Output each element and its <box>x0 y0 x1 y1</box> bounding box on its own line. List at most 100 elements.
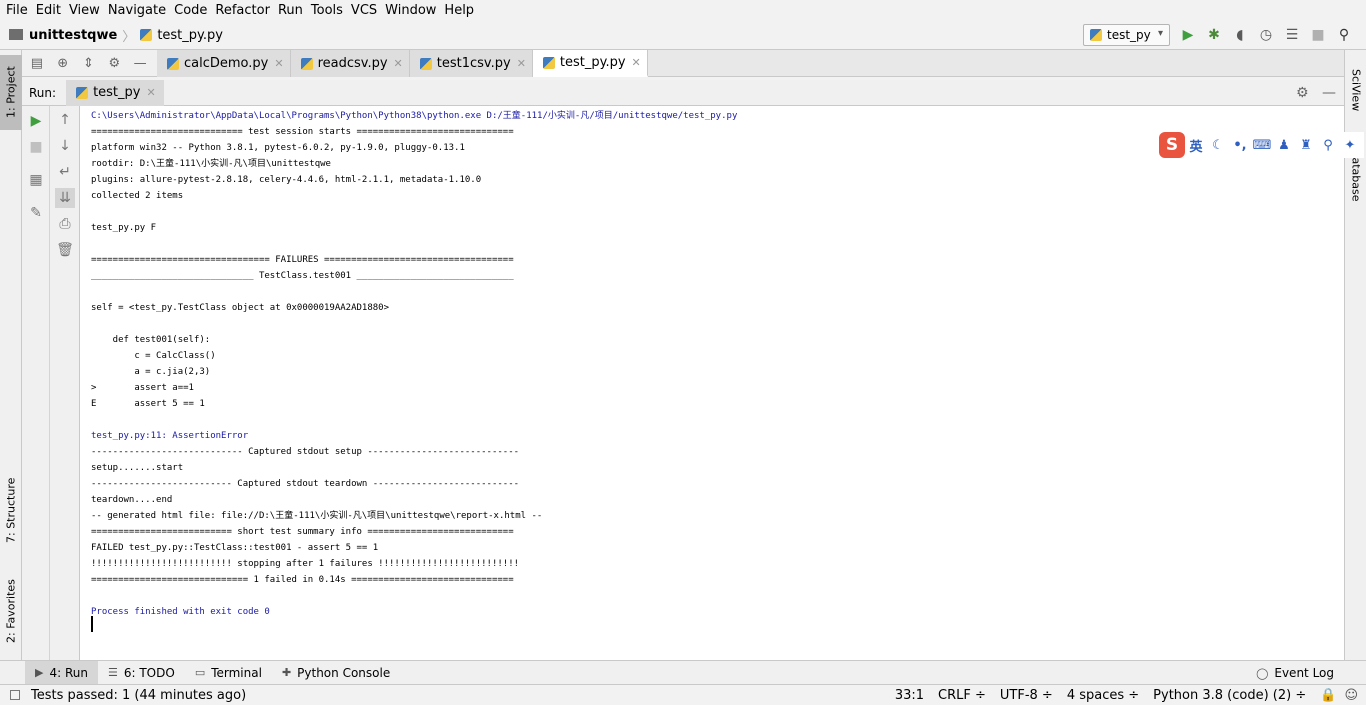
event-log-button[interactable]: ◯ Event Log <box>1246 661 1344 685</box>
ime-language-toggle[interactable]: 英 <box>1185 136 1207 155</box>
trash-icon[interactable]: 🗑 <box>55 240 75 260</box>
menu-file[interactable]: File <box>2 0 32 21</box>
console-line: -------------------------- Captured stdo… <box>91 479 520 489</box>
punctuation-icon[interactable]: •, <box>1229 138 1251 153</box>
soft-wrap-icon[interactable]: ↵ <box>55 162 75 182</box>
console-line: setup.......start <box>91 463 184 473</box>
console-output[interactable]: C:\Users\Administrator\AppData\Local\Pro… <box>80 106 1344 660</box>
console-line: ================================= FAILUR… <box>91 255 514 265</box>
skin-icon[interactable]: ♜ <box>1295 138 1317 153</box>
console-line: ---------------------------- Captured st… <box>91 447 520 457</box>
close-icon[interactable]: ✕ <box>632 56 641 69</box>
line-separator[interactable]: CRLF ÷ <box>938 688 986 703</box>
close-icon[interactable]: ✕ <box>517 57 526 70</box>
run-tool-label: 4: Run <box>49 665 88 680</box>
indent-setting[interactable]: 4 spaces ÷ <box>1067 688 1139 703</box>
search-icon[interactable]: ⚲ <box>1317 138 1339 153</box>
run-configuration-select[interactable]: test_py ▾ <box>1083 24 1170 46</box>
coverage-icon[interactable]: ◖ <box>1230 25 1250 45</box>
editor-tab-label: readcsv.py <box>317 56 388 71</box>
locate-file-icon[interactable]: ⊕ <box>54 54 72 72</box>
menu-code[interactable]: Code <box>170 0 211 21</box>
menu-navigate[interactable]: Navigate <box>104 0 170 21</box>
breadcrumb-file[interactable]: test_py.py <box>157 28 223 43</box>
user-icon[interactable]: ♟ <box>1273 138 1295 153</box>
run-tool-button[interactable]: ▶ 4: Run <box>25 660 98 685</box>
editor-tab-test-py[interactable]: test_py.py ✕ <box>532 50 648 77</box>
wrench-icon[interactable]: ✦ <box>1339 138 1361 153</box>
print-icon[interactable]: ⎙ <box>55 214 75 234</box>
python-file-icon <box>140 29 153 41</box>
caret-position[interactable]: 33:1 <box>895 688 924 703</box>
editor-tab-test1csv[interactable]: test1csv.py ✕ <box>409 50 533 77</box>
stop-icon[interactable]: ■ <box>26 137 46 157</box>
status-message[interactable]: Tests passed: 1 (44 minutes ago) <box>31 688 246 703</box>
gear-icon[interactable]: ⚙ <box>105 54 123 72</box>
editor-tab-readcsv[interactable]: readcsv.py ✕ <box>290 50 410 77</box>
favorites-tool-label: 2: Favorites <box>4 579 18 643</box>
python-console-tool-button[interactable]: ✚ Python Console <box>272 661 400 685</box>
text-caret <box>91 616 93 632</box>
python-file-icon <box>1090 29 1102 41</box>
hide-icon[interactable]: — <box>131 54 149 72</box>
hide-icon[interactable]: — <box>1322 85 1336 101</box>
sciview-tool-tab[interactable]: SciView <box>1345 60 1366 120</box>
sciview-tool-label: SciView <box>1349 68 1363 112</box>
menu-run[interactable]: Run <box>274 0 307 21</box>
collapse-all-icon[interactable]: ⇕ <box>80 54 98 72</box>
sogou-logo[interactable]: S <box>1159 132 1185 158</box>
tool-window-toggle-icon[interactable] <box>10 690 20 700</box>
search-everywhere-icon[interactable]: ⚲ <box>1334 25 1354 45</box>
rerun-icon[interactable]: ▶ <box>26 111 46 131</box>
run-panel-label: Run: <box>29 85 57 100</box>
file-encoding[interactable]: UTF-8 ÷ <box>1000 688 1053 703</box>
editor-tab-calcdemo[interactable]: calcDemo.py ✕ <box>157 50 291 77</box>
breadcrumb-project[interactable]: unittestqwe <box>29 28 117 43</box>
python-file-icon <box>167 57 179 70</box>
menu-vcs[interactable]: VCS <box>347 0 381 21</box>
gear-icon[interactable]: ⚙ <box>1296 85 1309 101</box>
console-line: FAILED test_py.py::TestClass::test001 - … <box>91 543 379 553</box>
python-interpreter[interactable]: Python 3.8 (code) (2) ÷ <box>1153 688 1306 703</box>
close-icon[interactable]: ✕ <box>394 57 403 70</box>
moon-icon[interactable]: ☾ <box>1207 138 1229 153</box>
lock-icon[interactable]: 🔒 <box>1320 688 1336 703</box>
todo-tool-button[interactable]: ☰ 6: TODO <box>98 661 185 685</box>
run-toolbar: ▶ ✱ ◖ ◷ ☰ ■ ⚲ <box>1178 25 1360 45</box>
run-tab-label: test_py <box>93 85 141 100</box>
layout-icon[interactable]: ▦ <box>26 170 46 190</box>
keyboard-icon[interactable]: ⌨ <box>1251 138 1273 153</box>
menu-window[interactable]: Window <box>381 0 440 21</box>
menu-help[interactable]: Help <box>440 0 478 21</box>
run-icon[interactable]: ▶ <box>1178 25 1198 45</box>
close-icon[interactable]: ✕ <box>146 86 155 99</box>
project-tool-tab[interactable]: 1: Project <box>0 55 22 130</box>
terminal-tool-button[interactable]: ▭ Terminal <box>185 661 272 685</box>
menu-refactor[interactable]: Refactor <box>211 0 274 21</box>
menu-tools[interactable]: Tools <box>307 0 347 21</box>
console-line: ============================= 1 failed i… <box>91 575 514 585</box>
inspector-icon[interactable]: ☺ <box>1344 688 1358 703</box>
structure-tool-tab[interactable]: 7: Structure <box>0 470 22 550</box>
stop-icon[interactable]: ■ <box>1308 25 1328 45</box>
editor-tabs: calcDemo.py ✕ readcsv.py ✕ test1csv.py ✕… <box>157 50 1344 77</box>
profile-icon[interactable]: ◷ <box>1256 25 1276 45</box>
arrow-down-icon[interactable]: ↓ <box>55 136 75 156</box>
menu-view[interactable]: View <box>65 0 104 21</box>
concurrency-icon[interactable]: ☰ <box>1282 25 1302 45</box>
terminal-tool-label: Terminal <box>211 665 262 680</box>
arrow-up-icon[interactable]: ↑ <box>55 110 75 130</box>
menu-edit[interactable]: Edit <box>32 0 65 21</box>
console-line: ============================ test sessio… <box>91 127 514 137</box>
folder-icon <box>9 28 23 40</box>
pin-icon[interactable]: ✎ <box>26 203 46 223</box>
scroll-to-end-icon[interactable]: ⇊ <box>55 188 75 208</box>
debug-icon[interactable]: ✱ <box>1204 25 1224 45</box>
favorites-tool-tab[interactable]: 2: Favorites <box>0 570 22 652</box>
run-tab-test-py[interactable]: test_py ✕ <box>66 79 164 106</box>
close-icon[interactable]: ✕ <box>274 57 283 70</box>
project-view-icon[interactable]: ▤ <box>28 54 46 72</box>
breadcrumb-separator-icon: 〉 <box>122 29 136 45</box>
